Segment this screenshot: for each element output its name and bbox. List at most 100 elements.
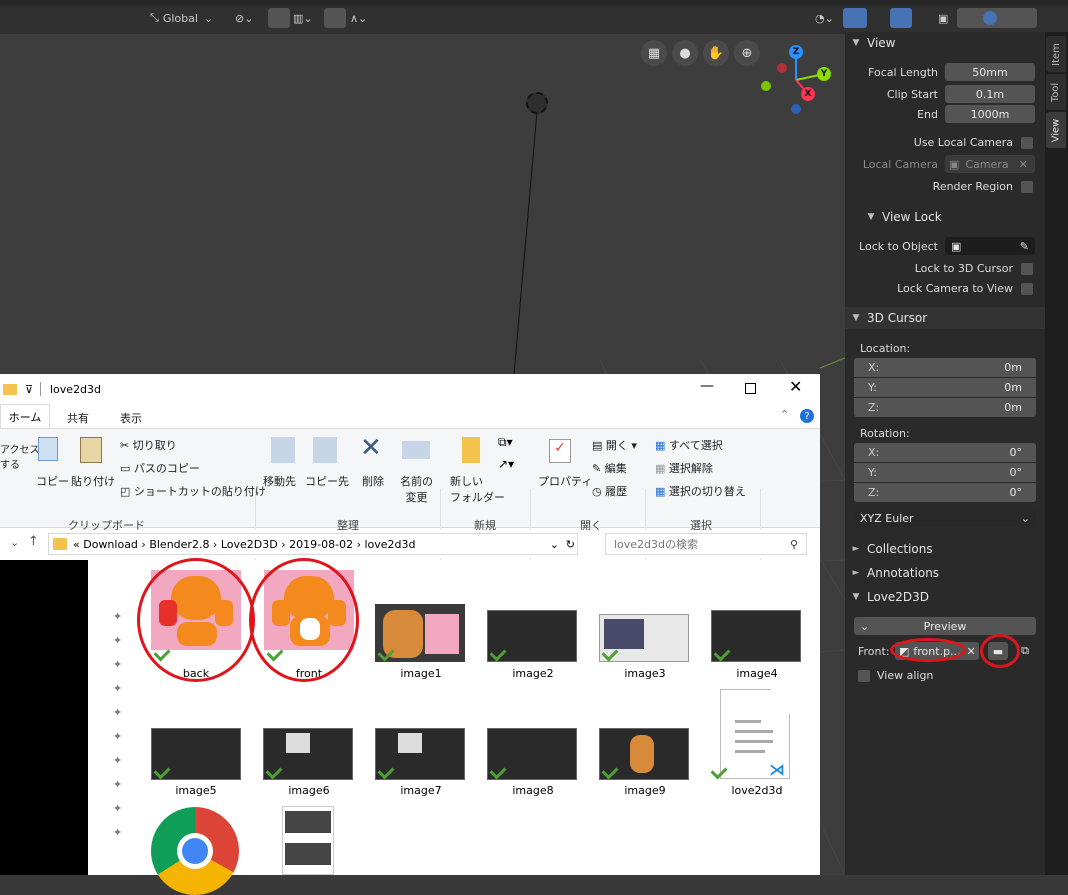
delete-button[interactable]: 削除 bbox=[362, 473, 384, 489]
y-axis-icon[interactable]: Y bbox=[817, 67, 831, 81]
eyedropper-icon[interactable]: ✎ bbox=[1020, 240, 1029, 253]
move-to-button[interactable]: 移動先 bbox=[263, 473, 296, 489]
file-name[interactable]: image5 bbox=[141, 784, 251, 797]
proportional-edit-toggle[interactable] bbox=[324, 8, 346, 28]
lock-to-3d-cursor-checkbox[interactable] bbox=[1021, 263, 1033, 275]
clip-start-field[interactable]: 0.1m bbox=[945, 85, 1035, 103]
copy-button[interactable]: コピー bbox=[36, 473, 69, 489]
breadcrumb-overflow[interactable]: « bbox=[73, 538, 80, 551]
tab-item[interactable]: Item bbox=[1046, 36, 1066, 72]
location-z-field[interactable]: Z: 0m bbox=[854, 398, 1036, 417]
view-align-checkbox[interactable] bbox=[858, 670, 870, 682]
breadcrumb-item[interactable]: Love2D3D bbox=[221, 538, 278, 551]
render-region-checkbox[interactable] bbox=[1021, 181, 1033, 193]
overlay-toggle[interactable] bbox=[890, 8, 912, 28]
orientation-dropdown[interactable]: ⤡ Global ⌄ bbox=[150, 9, 213, 27]
tab-tool[interactable]: Tool bbox=[1046, 74, 1066, 110]
file-thumb-screenshots[interactable] bbox=[282, 806, 334, 875]
hand-pan-icon[interactable]: ✋ bbox=[703, 40, 729, 66]
access-button[interactable]: アクセス する bbox=[0, 441, 40, 471]
file-name[interactable]: image7 bbox=[366, 784, 476, 797]
rotation-x-field[interactable]: X: 0° bbox=[854, 443, 1036, 462]
file-name[interactable]: love2d3d bbox=[702, 784, 812, 797]
clear-icon[interactable]: ✕ bbox=[967, 645, 976, 658]
select-none-button[interactable]: ▦ 選択解除 bbox=[655, 460, 713, 476]
pin-icon[interactable]: ✦ bbox=[113, 754, 122, 767]
invert-selection-button[interactable]: ▦ 選択の切り替え bbox=[655, 483, 746, 499]
visibility-dropdown[interactable]: ◔⌄ bbox=[815, 9, 834, 27]
camera-view-icon[interactable]: ● bbox=[672, 40, 698, 66]
view-lock-section-header[interactable]: ▼ View Lock bbox=[860, 206, 1045, 228]
pivot-dropdown[interactable]: ⊘⌄ bbox=[235, 9, 253, 27]
grid-view-icon[interactable]: ▦ bbox=[641, 40, 667, 66]
chevron-up-icon[interactable]: ⌃ bbox=[780, 408, 789, 421]
lock-to-object-field[interactable]: ▣ ✎ bbox=[945, 237, 1035, 255]
open-button[interactable]: ▤ 開く ▾ bbox=[592, 437, 637, 453]
pin-icon[interactable]: ✦ bbox=[113, 634, 122, 647]
search-input[interactable]: love2d3dの検索 ⚲ bbox=[605, 533, 807, 555]
z-axis-icon[interactable]: Z bbox=[789, 45, 803, 59]
preview-panel-toggle[interactable]: ⌄ Preview bbox=[854, 617, 1036, 635]
pin-icon[interactable]: ✦ bbox=[113, 778, 122, 791]
file-name[interactable]: image1 bbox=[366, 667, 476, 680]
pin-icon[interactable]: ✦ bbox=[113, 682, 122, 695]
help-icon[interactable]: ? bbox=[800, 409, 814, 423]
pin-icon[interactable]: ✦ bbox=[113, 826, 122, 839]
breadcrumb-item[interactable]: 2019-08-02 bbox=[289, 538, 353, 551]
minimize-button[interactable]: — bbox=[700, 378, 714, 394]
breadcrumb-item[interactable]: love2d3d bbox=[364, 538, 415, 551]
use-local-camera-checkbox[interactable] bbox=[1021, 137, 1033, 149]
close-button[interactable]: ✕ bbox=[789, 377, 802, 396]
quick-access-dropdown[interactable]: ⊽ bbox=[25, 383, 33, 396]
up-arrow-icon[interactable]: ↑ bbox=[28, 534, 39, 549]
address-bar[interactable]: « Download › Blender2.8 › Love2D3D › 201… bbox=[48, 533, 578, 555]
solid-shading-icon[interactable] bbox=[983, 11, 997, 25]
shading-modes[interactable] bbox=[957, 8, 1037, 28]
text-file-icon[interactable]: ⋊ bbox=[720, 689, 790, 779]
annotations-section-header[interactable]: ► Annotations bbox=[845, 562, 1045, 584]
chevron-down-icon[interactable]: ⌄ bbox=[10, 536, 19, 549]
rotation-y-field[interactable]: Y: 0° bbox=[854, 463, 1036, 482]
file-name[interactable]: image2 bbox=[478, 667, 588, 680]
view-section-header[interactable]: ▼ View bbox=[845, 32, 1045, 54]
3d-cursor-section-header[interactable]: ▼ 3D Cursor bbox=[845, 307, 1045, 329]
location-y-field[interactable]: Y: 0m bbox=[854, 378, 1036, 397]
file-name[interactable]: image6 bbox=[254, 784, 364, 797]
collections-section-header[interactable]: ► Collections bbox=[845, 538, 1045, 560]
pin-icon[interactable]: ✦ bbox=[113, 706, 122, 719]
paste-button[interactable]: 貼り付け bbox=[71, 473, 115, 489]
pin-icon[interactable]: ✦ bbox=[113, 610, 122, 623]
tab-view[interactable]: View bbox=[1046, 112, 1066, 148]
history-button[interactable]: ◷ 履歴 bbox=[592, 483, 627, 499]
chevron-down-icon[interactable]: ⌄ bbox=[550, 538, 559, 551]
snap-dropdown[interactable]: ▥⌄ bbox=[293, 9, 313, 27]
pin-icon[interactable]: ✦ bbox=[113, 802, 122, 815]
copy-path-button[interactable]: ▭ パスのコピー bbox=[120, 460, 200, 476]
file-name[interactable]: image8 bbox=[478, 784, 588, 797]
file-name[interactable]: image3 bbox=[590, 667, 700, 680]
tab-view[interactable]: 表示 bbox=[120, 410, 142, 426]
snap-toggle[interactable] bbox=[268, 8, 290, 28]
pin-icon[interactable]: ✦ bbox=[113, 730, 122, 743]
lock-camera-to-view-checkbox[interactable] bbox=[1021, 283, 1033, 295]
focal-length-field[interactable]: 50mm bbox=[945, 63, 1035, 81]
falloff-dropdown[interactable]: ∧⌄ bbox=[350, 9, 367, 27]
edit-button[interactable]: ✎ 編集 bbox=[592, 460, 627, 476]
camera-object[interactable] bbox=[526, 92, 548, 114]
clip-end-field[interactable]: 1000m bbox=[945, 105, 1035, 123]
rotation-mode-dropdown[interactable]: XYZ Euler ⌄ bbox=[854, 509, 1036, 527]
pin-icon[interactable]: ✦ bbox=[113, 658, 122, 671]
gizmo-toggle[interactable] bbox=[843, 8, 867, 28]
rotation-z-field[interactable]: Z: 0° bbox=[854, 483, 1036, 502]
breadcrumb-item[interactable]: Download bbox=[83, 538, 138, 551]
select-all-button[interactable]: ▦ すべて選択 bbox=[655, 437, 723, 453]
x-axis-icon[interactable]: X bbox=[801, 87, 815, 101]
new-folder-button[interactable]: 新しい フォルダー bbox=[450, 473, 505, 505]
new-item-icon[interactable]: ⧉▾ bbox=[498, 435, 513, 450]
location-x-field[interactable]: X: 0m bbox=[854, 358, 1036, 377]
file-name[interactable]: image4 bbox=[702, 667, 812, 680]
refresh-icon[interactable]: ↻ bbox=[566, 538, 575, 551]
properties-button[interactable]: プロパティ bbox=[538, 473, 592, 489]
tab-share[interactable]: 共有 bbox=[67, 410, 89, 426]
tab-home[interactable]: ホーム bbox=[0, 404, 50, 428]
